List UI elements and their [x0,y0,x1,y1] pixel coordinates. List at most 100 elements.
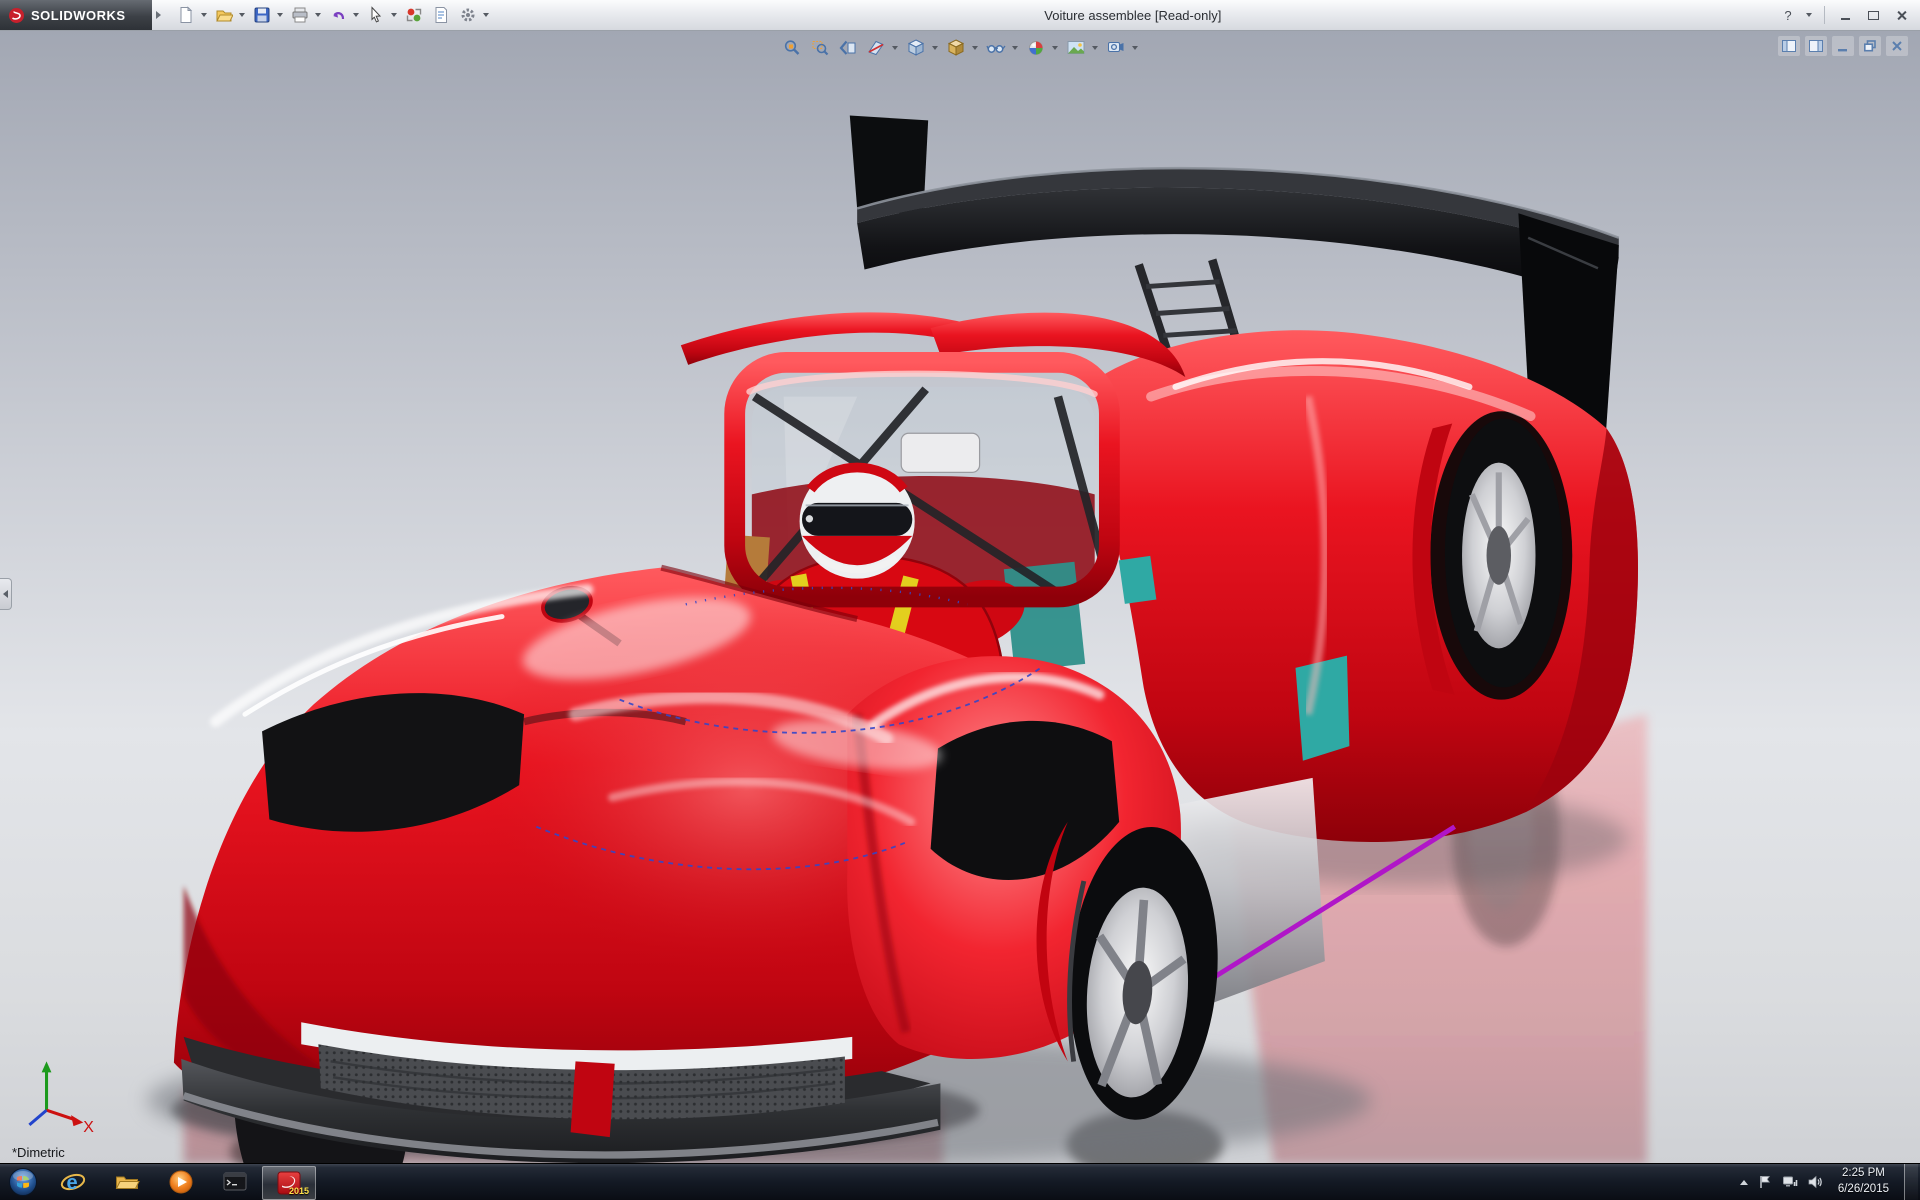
options-dropdown[interactable] [483,13,489,17]
open-folder-icon [215,6,233,24]
minimize-button[interactable] [1834,5,1856,25]
help-dropdown[interactable] [1806,13,1812,17]
display-pane-icon [1781,38,1797,54]
previous-view-button[interactable] [835,36,861,60]
taskbar-item-command-prompt[interactable] [208,1164,262,1200]
apply-scene-dropdown[interactable] [1092,46,1098,50]
speaker-icon [1807,1174,1823,1190]
undo-button[interactable] [325,2,351,28]
file-properties-button[interactable] [428,2,454,28]
rear-wheel[interactable] [1412,411,1572,699]
section-view-dropdown[interactable] [892,46,898,50]
zoom-to-fit-icon [782,38,802,58]
document-restore-button[interactable] [1859,36,1881,56]
save-icon [253,6,271,24]
document-close-button[interactable] [1886,36,1908,56]
new-dropdown[interactable] [201,13,207,17]
display-style-dropdown[interactable] [972,46,978,50]
solidworks-logo[interactable]: SOLIDWORKS [0,0,152,30]
appearance-sphere-icon [1026,38,1046,58]
file-properties-icon [432,6,450,24]
taskbar-item-solidworks[interactable]: 2015 [262,1166,316,1200]
media-player-icon [168,1169,194,1195]
view-settings-button[interactable] [1103,36,1129,60]
volume-tray-item[interactable] [1807,1174,1823,1190]
start-button[interactable] [0,1164,46,1200]
section-view-icon [866,38,886,58]
display-pane-toggle[interactable] [1778,36,1800,56]
document-controls [1778,36,1908,56]
menu-expand-arrow[interactable] [156,11,161,19]
document-minimize-button[interactable] [1832,36,1854,56]
display-style-button[interactable] [943,36,969,60]
help-button[interactable]: ? [1777,5,1799,25]
car-3d-model[interactable]: X [0,30,1920,1164]
zoom-to-fit-button[interactable] [779,36,805,60]
roll-hoop-camera-box [901,433,979,472]
taskbar-clock[interactable]: 2:25 PM 6/26/2015 [1832,1166,1895,1197]
print-button[interactable] [287,2,313,28]
headsup-view-toolbar [779,36,1141,60]
save-dropdown[interactable] [277,13,283,17]
tray-expand-button[interactable] [1740,1180,1748,1185]
select-dropdown[interactable] [391,13,397,17]
doc-close-icon [1889,38,1905,54]
menu-toolbar [173,2,492,28]
undo-dropdown[interactable] [353,13,359,17]
zoom-to-area-button[interactable] [807,36,833,60]
view-orientation-cube-icon [906,38,926,58]
side-intake-cyan[interactable] [1296,656,1350,761]
taskbar: e 2015 [0,1163,1920,1200]
up-arrow-icon [1740,1180,1748,1185]
hide-show-dropdown[interactable] [1012,46,1018,50]
triad-x-label: X [83,1119,94,1136]
solidworks-version-badge: 2015 [289,1186,309,1196]
new-document-button[interactable] [173,2,199,28]
grille-center-divider [571,1061,615,1137]
taskbar-item-media-player[interactable] [154,1164,208,1200]
maximize-button[interactable] [1862,5,1884,25]
previous-view-icon [838,38,858,58]
show-desktop-button[interactable] [1904,1164,1918,1200]
options-button[interactable] [455,2,481,28]
open-button[interactable] [211,2,237,28]
open-dropdown[interactable] [239,13,245,17]
view-orientation-label: *Dimetric [12,1145,65,1160]
hide-show-glasses-icon [986,38,1006,58]
view-orientation-dropdown[interactable] [932,46,938,50]
close-button[interactable] [1890,5,1912,25]
undo-icon [329,6,347,24]
hide-show-items-button[interactable] [983,36,1009,60]
appearance-dropdown[interactable] [1052,46,1058,50]
view-orientation-button[interactable] [903,36,929,60]
action-center-tray-item[interactable] [1757,1174,1773,1190]
apply-scene-icon [1066,38,1086,58]
print-dropdown[interactable] [315,13,321,17]
edit-appearance-button[interactable] [1023,36,1049,60]
clock-time: 2:25 PM [1838,1166,1889,1182]
save-button[interactable] [249,2,275,28]
view-settings-dropdown[interactable] [1132,46,1138,50]
section-view-button[interactable] [863,36,889,60]
taskbar-item-internet-explorer[interactable]: e [46,1164,100,1200]
select-cursor-icon [367,6,385,24]
folder-icon [114,1169,140,1195]
command-prompt-icon [222,1169,248,1195]
network-tray-item[interactable] [1782,1174,1798,1190]
cockpit-vent-cyan[interactable] [1119,556,1157,604]
graphics-area[interactable]: X [0,30,1920,1164]
window-controls: ? [1777,5,1920,25]
options-gear-icon [459,6,477,24]
taskbar-item-windows-explorer[interactable] [100,1164,154,1200]
featuremanager-pane-toggle[interactable] [1805,36,1827,56]
network-icon [1782,1174,1798,1190]
print-icon [291,6,309,24]
select-button[interactable] [363,2,389,28]
rebuild-button[interactable] [401,2,427,28]
flag-icon [1757,1174,1773,1190]
apply-scene-button[interactable] [1063,36,1089,60]
zoom-to-area-icon [810,38,830,58]
internet-explorer-icon: e [60,1169,86,1195]
solidworks-logo-icon [8,7,25,24]
featuremanager-flyout-arrow[interactable] [0,578,12,610]
